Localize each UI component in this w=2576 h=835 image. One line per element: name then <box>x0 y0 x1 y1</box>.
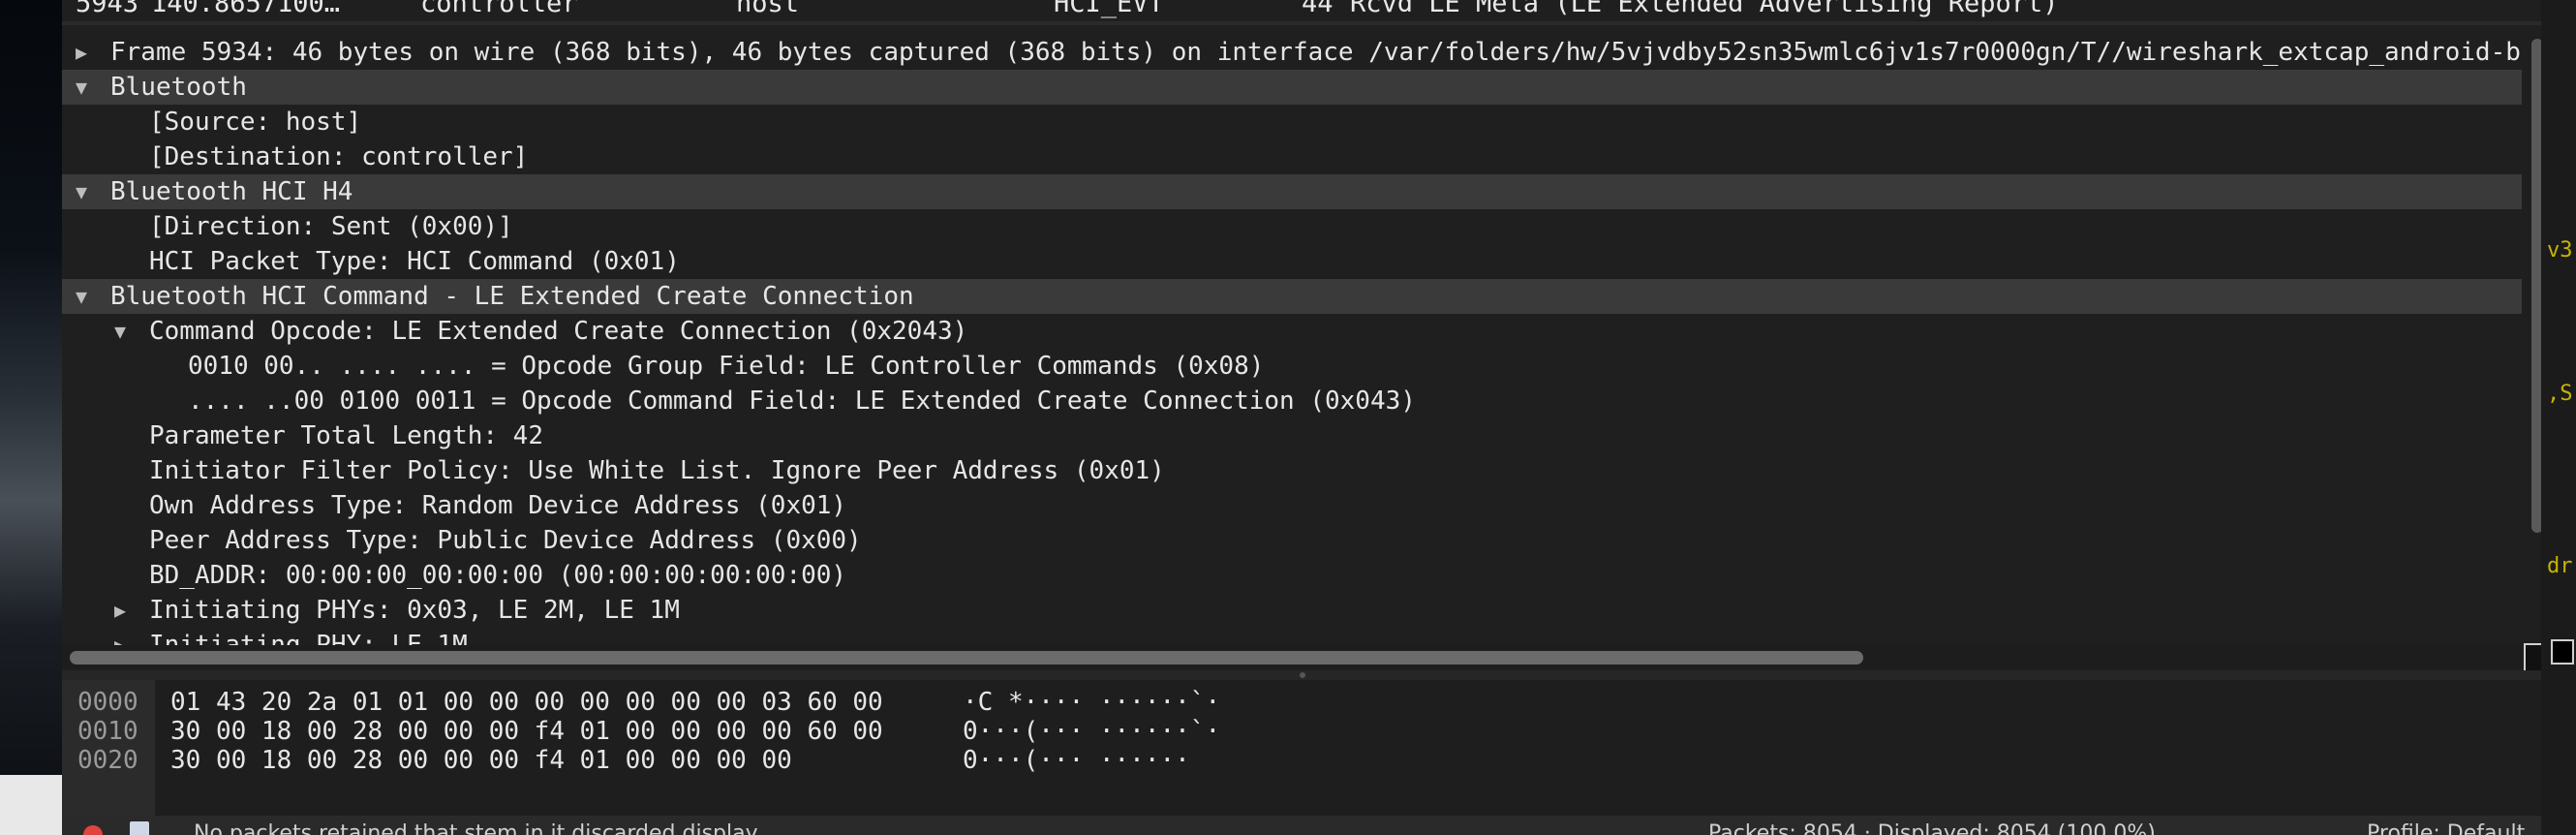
tree-item-peer-address-type[interactable]: Peer Address Type: Public Device Address… <box>62 523 2522 558</box>
byte-hex[interactable]: 30 00 18 00 28 00 00 00 f4 01 00 00 00 0… <box>170 717 883 746</box>
byte-ascii[interactable]: ·C *···· ······`· <box>963 688 1220 717</box>
expand-triangle-icon[interactable]: ▶ <box>72 35 91 70</box>
desktop-wallpaper-bottom <box>0 775 62 835</box>
tree-item-direction[interactable]: [Direction: Sent (0x00)] <box>62 209 2522 244</box>
packet-protocol: HCI_EVT <box>1054 0 1164 18</box>
wireshark-window: 5943 140.8657100… controller host HCI_EV… <box>62 0 2541 835</box>
horizontal-scrollbar-thumb[interactable] <box>70 651 1863 665</box>
background-text-fragment: dr <box>2547 554 2573 578</box>
packet-source: controller <box>420 0 578 18</box>
status-message: No packets retained that stem in it disc… <box>194 821 758 835</box>
tree-item-hci-command[interactable]: ▼ Bluetooth HCI Command - LE Extended Cr… <box>62 279 2522 314</box>
background-checkbox <box>2551 639 2574 665</box>
byte-offset: 0020 <box>77 746 138 775</box>
tree-item-source[interactable]: [Source: host] <box>62 105 2522 139</box>
pane-splitter[interactable] <box>62 21 2541 25</box>
tree-item-bluetooth[interactable]: ▼ Bluetooth <box>62 70 2522 105</box>
packet-bytes-pane[interactable]: 0000 01 43 20 2a 01 01 00 00 00 00 00 00… <box>62 680 2541 816</box>
collapse-triangle-icon[interactable]: ▼ <box>110 314 130 349</box>
status-bar: No packets retained that stem in it disc… <box>62 816 2541 835</box>
tree-item-opcode[interactable]: ▼ Command Opcode: LE Extended Create Con… <box>62 314 2522 349</box>
tree-item-packet-type[interactable]: HCI Packet Type: HCI Command (0x01) <box>62 244 2522 279</box>
tree-item-ogf[interactable]: 0010 00.. .... .... = Opcode Group Field… <box>62 349 2522 384</box>
vertical-scrollbar-thumb[interactable] <box>2531 39 2541 533</box>
tree-item-destination[interactable]: [Destination: controller] <box>62 139 2522 174</box>
byte-offset: 0010 <box>77 717 138 746</box>
packet-time: 140.8657100… <box>151 0 341 18</box>
tree-item-bd-addr[interactable]: BD_ADDR: 00:00:00_00:00:00 (00:00:00:00:… <box>62 558 2522 593</box>
byte-offset: 0000 <box>77 688 138 717</box>
byte-ascii[interactable]: 0···(··· ······ <box>963 746 1190 775</box>
splitter-handle-icon[interactable] <box>1300 672 1305 678</box>
tree-item-initiating-phys[interactable]: ▶ Initiating PHYs: 0x03, LE 2M, LE 1M <box>62 593 2522 628</box>
tree-item-frame[interactable]: ▶ Frame 5934: 46 bytes on wire (368 bits… <box>62 35 2522 70</box>
expert-info-icon[interactable] <box>83 825 103 835</box>
collapse-triangle-icon[interactable]: ▼ <box>72 279 91 314</box>
capture-comment-icon[interactable] <box>130 821 149 835</box>
collapse-triangle-icon[interactable]: ▼ <box>72 174 91 209</box>
byte-ascii[interactable]: 0···(··· ······`· <box>963 717 1220 746</box>
collapse-triangle-icon[interactable]: ▼ <box>72 70 91 105</box>
background-text-fragment: v3 <box>2547 238 2573 263</box>
packet-list[interactable]: 5943 140.8657100… controller host HCI_EV… <box>62 0 2541 23</box>
background-text-fragment: ,S <box>2547 382 2573 406</box>
tree-item-filter-policy[interactable]: Initiator Filter Policy: Use White List.… <box>62 453 2522 488</box>
tree-item-hci-h4[interactable]: ▼ Bluetooth HCI H4 <box>62 174 2522 209</box>
resize-corner[interactable] <box>2524 643 2541 672</box>
tree-item-param-length[interactable]: Parameter Total Length: 42 <box>62 418 2522 453</box>
packet-details-tree[interactable]: ▶ Frame 5934: 46 bytes on wire (368 bits… <box>62 35 2522 651</box>
status-profile[interactable]: Profile: Default <box>2367 821 2525 835</box>
byte-hex[interactable]: 01 43 20 2a 01 01 00 00 00 00 00 00 00 0… <box>170 688 883 717</box>
packet-destination: host <box>736 0 800 18</box>
expand-triangle-icon[interactable]: ▶ <box>110 593 130 628</box>
tree-item-own-address-type[interactable]: Own Address Type: Random Device Address … <box>62 488 2522 523</box>
packet-info: Rcvd LE Meta (LE Extended Advertising Re… <box>1350 0 2059 18</box>
tree-item-ocf[interactable]: .... ..00 0100 0011 = Opcode Command Fie… <box>62 384 2522 418</box>
horizontal-scrollbar[interactable] <box>62 645 2522 668</box>
byte-hex[interactable]: 30 00 18 00 28 00 00 00 f4 01 00 00 00 0… <box>170 746 792 775</box>
packet-no: 5943 <box>76 0 139 18</box>
packet-length: 44 <box>1302 0 1334 18</box>
status-packets: Packets: 8054 · Displayed: 8054 (100.0%) <box>1708 821 2156 835</box>
desktop-wallpaper <box>0 0 62 835</box>
background-window-edge: v3 ,S dr <box>2541 0 2576 835</box>
